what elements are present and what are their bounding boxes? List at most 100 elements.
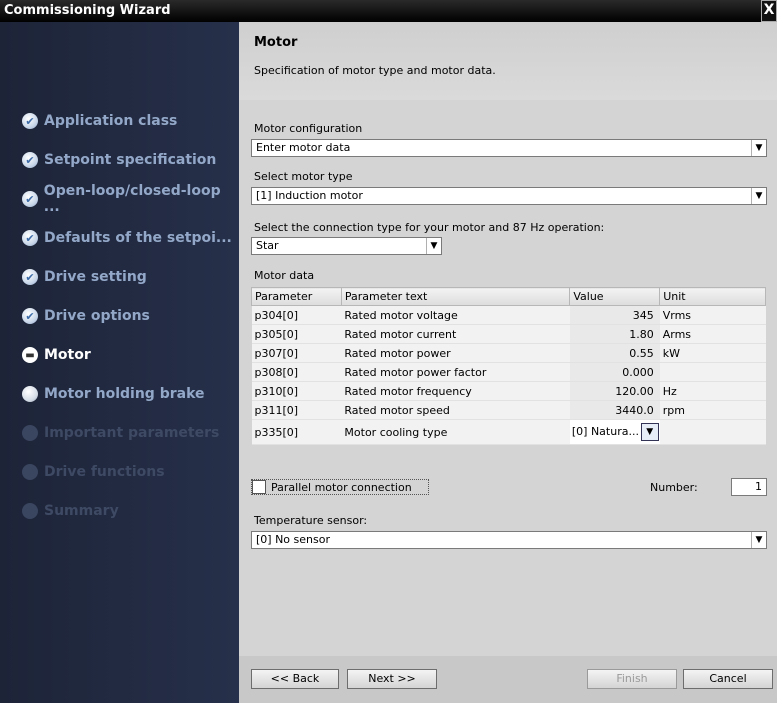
- step-motor[interactable]: ▬ Motor: [22, 344, 91, 366]
- value-cell[interactable]: 0.000: [569, 362, 660, 382]
- cooling-type-dropdown[interactable]: [0] Natura... ▼: [569, 419, 660, 445]
- step-label: Application class: [44, 113, 178, 129]
- parameter-text-cell: Rated motor frequency: [341, 381, 570, 401]
- unit-cell: kW: [659, 343, 766, 363]
- table-row: p310[0] Rated motor frequency 120.00 Hz: [251, 381, 766, 401]
- dropdown-value: Enter motor data: [256, 141, 351, 154]
- temperature-sensor-dropdown[interactable]: [0] No sensor ▼: [251, 531, 767, 549]
- value-cell[interactable]: 120.00: [569, 381, 660, 401]
- motor-type-dropdown[interactable]: [1] Induction motor ▼: [251, 187, 767, 205]
- parameter-text-cell: Rated motor power factor: [341, 362, 570, 382]
- checkmark-icon: ✔: [22, 308, 38, 324]
- checkbox-box[interactable]: [252, 480, 266, 494]
- step-label: Setpoint specification: [44, 152, 217, 168]
- pending-step-icon: [22, 386, 38, 402]
- step-label: Open-loop/closed-loop ...: [43, 183, 221, 215]
- motor-data-table: Parameter Parameter text Value Unit p304…: [251, 287, 766, 445]
- dropdown-arrow-icon[interactable]: ▼: [751, 140, 766, 156]
- checkmark-icon: ✔: [22, 269, 38, 285]
- parameter-cell: p307[0]: [251, 343, 342, 363]
- table-row: p304[0] Rated motor voltage 345 Vrms: [251, 305, 766, 325]
- motor-data-label: Motor data: [254, 269, 315, 282]
- step-label: Motor holding brake: [44, 386, 205, 402]
- parameter-cell: p335[0]: [251, 419, 342, 445]
- checkmark-icon: ✔: [22, 191, 38, 207]
- wizard-steps-sidebar: ✔ Application class ✔ Setpoint specifica…: [0, 22, 239, 703]
- unit-cell: Vrms: [659, 305, 766, 325]
- dropdown-arrow-icon[interactable]: ▼: [640, 423, 659, 441]
- value-cell[interactable]: 3440.0: [569, 400, 660, 420]
- step-application-class[interactable]: ✔ Application class: [22, 110, 177, 132]
- step-label: Motor: [44, 347, 91, 363]
- title-bar: Commissioning Wizard X: [0, 0, 777, 22]
- value-cell[interactable]: 0.55: [569, 343, 660, 363]
- step-drive-functions: Drive functions: [22, 461, 165, 483]
- parameter-cell: p311[0]: [251, 400, 342, 420]
- parameter-text-cell: Rated motor voltage: [341, 305, 570, 325]
- page-header: Motor Specification of motor type and mo…: [239, 22, 777, 100]
- table-row: p308[0] Rated motor power factor 0.000: [251, 362, 766, 382]
- button-bar: << Back Next >> Finish Cancel: [239, 656, 777, 703]
- table-row: p335[0] Motor cooling type [0] Natura...…: [251, 419, 766, 445]
- disabled-step-icon: [22, 503, 38, 519]
- window-title: Commissioning Wizard: [4, 3, 171, 18]
- parameter-text-cell: Motor cooling type: [341, 419, 570, 445]
- step-drive-setting[interactable]: ✔ Drive setting: [22, 266, 147, 288]
- column-header: Unit: [659, 287, 766, 306]
- step-important-parameters: Important parameters: [22, 422, 219, 444]
- parallel-motor-checkbox[interactable]: Parallel motor connection: [251, 479, 429, 495]
- step-label: Important parameters: [44, 425, 220, 441]
- column-header: Parameter text: [340, 287, 571, 306]
- table-row: p311[0] Rated motor speed 3440.0 rpm: [251, 400, 766, 420]
- step-defaults-setpoint[interactable]: ✔ Defaults of the setpoi...: [22, 227, 232, 249]
- number-input[interactable]: 1: [731, 478, 767, 496]
- dropdown-arrow-icon[interactable]: ▼: [751, 188, 766, 204]
- table-row: p305[0] Rated motor current 1.80 Arms: [251, 324, 766, 344]
- close-icon[interactable]: X: [761, 0, 777, 22]
- motor-configuration-label: Motor configuration: [254, 122, 363, 135]
- step-open-loop-closed-loop[interactable]: ✔ Open-loop/closed-loop ...: [22, 183, 239, 215]
- table-header-row: Parameter Parameter text Value Unit: [251, 287, 766, 306]
- parameter-cell: p304[0]: [251, 305, 342, 325]
- parameter-cell: p310[0]: [251, 381, 342, 401]
- step-label: Drive functions: [44, 464, 165, 480]
- page-subtitle: Specification of motor type and motor da…: [254, 64, 496, 77]
- unit-cell: rpm: [659, 400, 766, 420]
- next-button[interactable]: Next >>: [347, 669, 437, 689]
- cancel-button[interactable]: Cancel: [683, 669, 773, 689]
- step-motor-holding-brake[interactable]: Motor holding brake: [22, 383, 205, 405]
- checkmark-icon: ✔: [22, 152, 38, 168]
- parameter-cell: p305[0]: [251, 324, 342, 344]
- number-label: Number:: [650, 481, 698, 494]
- motor-configuration-dropdown[interactable]: Enter motor data ▼: [251, 139, 767, 157]
- unit-cell: Hz: [659, 381, 766, 401]
- dropdown-value: [0] Natura...: [571, 425, 639, 438]
- current-step-icon: ▬: [22, 347, 38, 363]
- main-panel: Motor Specification of motor type and mo…: [239, 22, 777, 703]
- column-header: Value: [569, 287, 661, 306]
- unit-cell: [659, 362, 766, 382]
- dropdown-arrow-icon[interactable]: ▼: [751, 532, 766, 548]
- value-cell[interactable]: 345: [569, 305, 660, 325]
- table-row: p307[0] Rated motor power 0.55 kW: [251, 343, 766, 363]
- parameter-text-cell: Rated motor current: [341, 324, 570, 344]
- parameter-cell: p308[0]: [251, 362, 342, 382]
- back-button[interactable]: << Back: [251, 669, 339, 689]
- dropdown-value: [0] No sensor: [256, 533, 330, 546]
- step-summary: Summary: [22, 500, 119, 522]
- step-drive-options[interactable]: ✔ Drive options: [22, 305, 150, 327]
- dropdown-value: Star: [256, 239, 279, 252]
- parameter-text-cell: Rated motor speed: [341, 400, 570, 420]
- finish-button: Finish: [587, 669, 677, 689]
- step-label: Drive setting: [44, 269, 147, 285]
- value-cell[interactable]: 1.80: [569, 324, 660, 344]
- temperature-sensor-label: Temperature sensor:: [254, 514, 368, 527]
- connection-type-dropdown[interactable]: Star ▼: [251, 237, 442, 255]
- motor-type-label: Select motor type: [254, 170, 353, 183]
- dropdown-arrow-icon[interactable]: ▼: [426, 238, 441, 254]
- step-setpoint-specification[interactable]: ✔ Setpoint specification: [22, 149, 216, 171]
- disabled-step-icon: [22, 425, 38, 441]
- step-label: Drive options: [44, 308, 150, 324]
- checkbox-label: Parallel motor connection: [271, 480, 412, 494]
- checkmark-icon: ✔: [22, 113, 38, 129]
